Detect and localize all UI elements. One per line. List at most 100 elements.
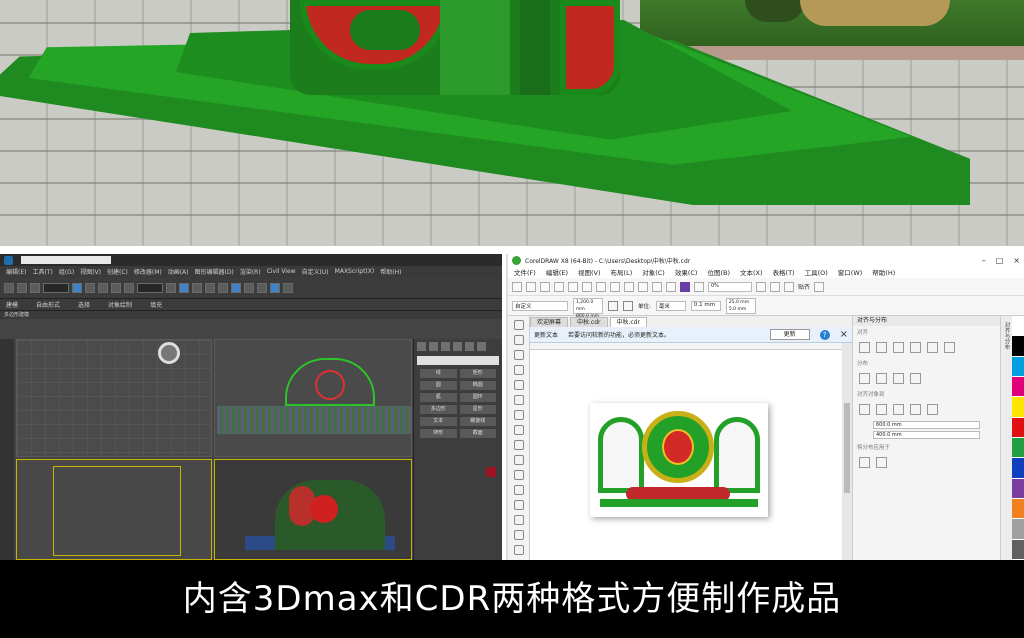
max-menu[interactable]: 渲染(R) <box>240 267 261 276</box>
scale-icon[interactable] <box>124 282 134 293</box>
undo-icon[interactable] <box>610 281 620 292</box>
page-center-icon[interactable] <box>893 404 904 415</box>
distribute-spacing-icon[interactable] <box>910 373 921 384</box>
page-extent-icon[interactable] <box>876 457 887 468</box>
page-edge-icon[interactable] <box>876 404 887 415</box>
text-tool-icon[interactable] <box>513 455 524 465</box>
parallel-dimension-icon[interactable] <box>513 470 524 480</box>
portrait-icon[interactable] <box>608 300 618 311</box>
cdr-menu[interactable]: 视图(V) <box>578 267 601 277</box>
max-menu[interactable]: 自定义(U) <box>302 267 329 276</box>
link-icon[interactable] <box>30 282 40 293</box>
page-preset-select[interactable]: 自定义 <box>512 300 568 311</box>
search-icon[interactable] <box>638 281 648 292</box>
export-icon[interactable] <box>666 281 676 292</box>
cdr-menu[interactable]: 窗口(W) <box>838 267 863 277</box>
grid-icon[interactable] <box>784 281 794 292</box>
close-notice-icon[interactable]: × <box>840 329 848 340</box>
object-color-swatch[interactable] <box>486 467 496 477</box>
select-icon[interactable] <box>72 282 82 293</box>
viewport-perspective[interactable] <box>214 459 412 560</box>
create-tab-icon[interactable] <box>417 342 426 351</box>
open-icon[interactable] <box>526 281 536 292</box>
connector-tool-icon[interactable] <box>513 485 524 495</box>
palette-swatch[interactable] <box>1012 458 1024 479</box>
ribbon-tab[interactable]: 选择 <box>78 300 90 309</box>
viewcube-icon[interactable] <box>158 342 180 364</box>
object-type-button[interactable]: 卵形 <box>420 429 457 438</box>
display-tab-icon[interactable] <box>465 342 474 351</box>
mirror-icon[interactable] <box>205 282 215 293</box>
align-icon[interactable] <box>218 282 228 293</box>
align-right-icon[interactable] <box>893 342 904 353</box>
object-type-button[interactable]: 弧 <box>420 393 457 402</box>
full-screen-icon[interactable] <box>756 281 766 292</box>
zoom-level-select[interactable]: 0% <box>708 281 752 292</box>
align-middle-icon[interactable] <box>927 342 938 353</box>
max-menu[interactable]: 创建(C) <box>107 267 128 276</box>
cdr-menu[interactable]: 编辑(E) <box>546 267 568 277</box>
cdr-menu[interactable]: 布局(L) <box>611 267 633 277</box>
snap-icon[interactable] <box>179 282 189 293</box>
print-icon[interactable] <box>554 281 564 292</box>
max-menu[interactable]: Civil View <box>267 268 296 275</box>
curve-editor-icon[interactable] <box>244 282 254 293</box>
select-region-icon[interactable] <box>85 282 95 293</box>
palette-swatch[interactable] <box>1012 316 1024 337</box>
coordinate-dropdown[interactable] <box>137 282 163 293</box>
crop-tool-icon[interactable] <box>513 350 524 360</box>
palette-swatch[interactable] <box>1012 539 1024 560</box>
polygon-tool-icon[interactable] <box>513 440 524 450</box>
max-menu[interactable]: 工具(T) <box>32 267 52 276</box>
shape-tool-icon[interactable] <box>513 335 524 345</box>
active-objects-icon[interactable] <box>859 404 870 415</box>
move-icon[interactable] <box>98 282 108 293</box>
palette-swatch[interactable] <box>1012 519 1024 540</box>
distribute-center-icon[interactable] <box>876 373 887 384</box>
motion-tab-icon[interactable] <box>453 342 462 351</box>
page-size-fields[interactable]: 1,200.0 mm 800.0 mm <box>573 297 603 319</box>
viewport-left[interactable] <box>16 459 212 560</box>
interactive-fill-icon[interactable] <box>513 545 524 555</box>
save-icon[interactable] <box>540 281 550 292</box>
palette-swatch[interactable] <box>1012 478 1024 499</box>
publish-icon[interactable] <box>680 281 690 292</box>
align-x-field[interactable]: 600.0 mm <box>873 421 980 429</box>
gear-icon[interactable] <box>814 281 825 292</box>
rectangle-tool-icon[interactable] <box>513 410 524 420</box>
cdr-menu[interactable]: 文本(X) <box>740 267 763 277</box>
vertical-scrollbar[interactable] <box>842 343 852 560</box>
modify-tab-icon[interactable] <box>429 342 438 351</box>
layer-icon[interactable] <box>231 282 241 293</box>
viewport-front[interactable] <box>214 339 412 457</box>
hierarchy-tab-icon[interactable] <box>441 342 450 351</box>
new-document-icon[interactable] <box>512 281 522 292</box>
ribbon-tab[interactable]: 自由形式 <box>36 300 60 309</box>
corel-connect-icon[interactable] <box>694 281 704 292</box>
utilities-tab-icon[interactable] <box>477 342 486 351</box>
transparency-tool-icon[interactable] <box>513 515 524 525</box>
drawing-canvas[interactable] <box>530 343 842 560</box>
align-bottom-icon[interactable] <box>944 342 955 353</box>
pivot-icon[interactable] <box>166 282 176 293</box>
close-icon[interactable]: × <box>1013 256 1020 265</box>
ellipse-tool-icon[interactable] <box>513 425 524 435</box>
import-icon[interactable] <box>652 281 662 292</box>
max-menu[interactable]: 帮助(H) <box>380 267 401 276</box>
object-type-button[interactable]: 线 <box>420 369 457 378</box>
grid-align-icon[interactable] <box>910 404 921 415</box>
duplicate-x-field[interactable]: 25.0 mm <box>729 300 749 305</box>
zoom-tool-icon[interactable] <box>513 365 524 375</box>
object-type-button[interactable]: 圆环 <box>459 393 496 402</box>
help-icon[interactable]: ? <box>819 329 830 340</box>
palette-swatch[interactable] <box>1012 417 1024 438</box>
artistic-media-icon[interactable] <box>513 395 524 405</box>
tab-document-active[interactable]: 中秋.cdr <box>609 317 647 327</box>
object-type-button[interactable]: 椭圆 <box>459 381 496 390</box>
ribbon-tab[interactable]: 对象绘制 <box>108 300 132 309</box>
viewport-top[interactable] <box>16 339 212 457</box>
specified-point-icon[interactable] <box>927 404 938 415</box>
align-top-icon[interactable] <box>910 342 921 353</box>
maximize-icon[interactable]: □ <box>996 256 1004 265</box>
drop-shadow-icon[interactable] <box>513 500 524 510</box>
